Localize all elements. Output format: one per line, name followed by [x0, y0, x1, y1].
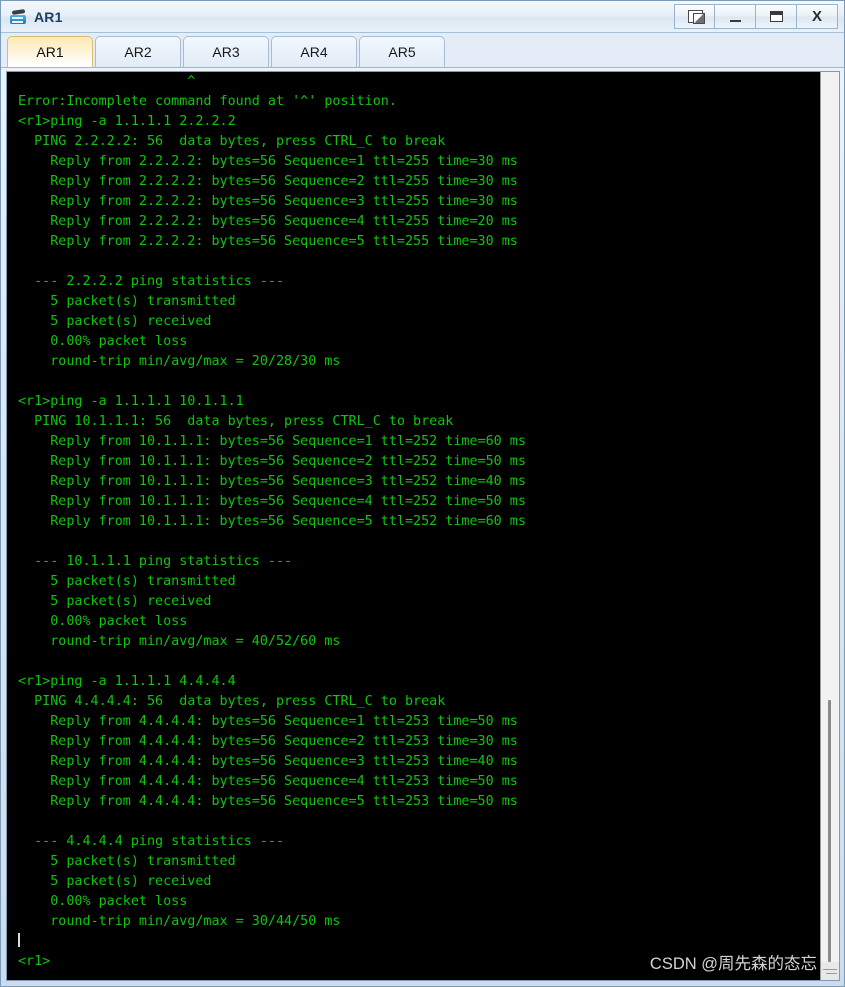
terminal-line: PING 2.2.2.2: 56 data bytes, press CTRL_…	[18, 134, 446, 149]
window-controls: X	[674, 4, 838, 29]
text-cursor	[18, 933, 20, 947]
terminal-line: round-trip min/avg/max = 40/52/60 ms	[18, 634, 341, 649]
terminal-line: Reply from 4.4.4.4: bytes=56 Sequence=5 …	[18, 794, 518, 809]
terminal-line: Reply from 2.2.2.2: bytes=56 Sequence=3 …	[18, 194, 518, 209]
device-tab-bar: AR1 AR2 AR3 AR4 AR5	[1, 33, 844, 68]
title-bar: AR1 X	[1, 1, 844, 33]
close-icon: X	[811, 8, 822, 25]
terminal-window: AR1 X AR1 AR2 AR3 AR4 AR5 ^ Error:Incomp…	[0, 0, 845, 987]
maximize-icon	[769, 11, 783, 22]
terminal-line: 0.00% packet loss	[18, 614, 188, 629]
terminal-line: --- 4.4.4.4 ping statistics ---	[18, 834, 285, 849]
tab-ar3[interactable]: AR3	[183, 36, 269, 67]
tab-label: AR4	[300, 44, 328, 60]
terminal-line: 0.00% packet loss	[18, 894, 188, 909]
terminal-line: PING 10.1.1.1: 56 data bytes, press CTRL…	[18, 414, 454, 429]
restore-windows-button[interactable]	[674, 4, 715, 29]
terminal-line: Error:Incomplete command found at '^' po…	[18, 94, 397, 109]
terminal-panel: ^ Error:Incomplete command found at '^' p…	[6, 71, 840, 981]
terminal-line: 0.00% packet loss	[18, 334, 188, 349]
terminal-console[interactable]: ^ Error:Incomplete command found at '^' p…	[7, 72, 820, 980]
tab-label: AR1	[36, 44, 64, 60]
terminal-line: Reply from 10.1.1.1: bytes=56 Sequence=4…	[18, 494, 526, 509]
terminal-output: ^ Error:Incomplete command found at '^' p…	[18, 72, 820, 972]
terminal-line: <r1>	[18, 954, 51, 969]
terminal-line: Reply from 2.2.2.2: bytes=56 Sequence=5 …	[18, 234, 518, 249]
tab-label: AR5	[388, 44, 416, 60]
terminal-line: Reply from 4.4.4.4: bytes=56 Sequence=4 …	[18, 774, 518, 789]
terminal-line: 5 packet(s) transmitted	[18, 294, 236, 309]
tab-label: AR2	[124, 44, 152, 60]
terminal-line: Reply from 10.1.1.1: bytes=56 Sequence=3…	[18, 474, 526, 489]
terminal-line: Reply from 2.2.2.2: bytes=56 Sequence=2 …	[18, 174, 518, 189]
scrollbar-thumb[interactable]	[828, 700, 831, 962]
resize-grip[interactable]	[821, 962, 839, 980]
terminal-line: Reply from 10.1.1.1: bytes=56 Sequence=5…	[18, 514, 526, 529]
terminal-line: <r1>ping -a 1.1.1.1 2.2.2.2	[18, 114, 236, 129]
terminal-line: Reply from 2.2.2.2: bytes=56 Sequence=1 …	[18, 154, 518, 169]
tab-ar2[interactable]: AR2	[95, 36, 181, 67]
terminal-line: ^	[18, 74, 196, 89]
terminal-line: 5 packet(s) transmitted	[18, 854, 236, 869]
terminal-line: <r1>ping -a 1.1.1.1 10.1.1.1	[18, 394, 244, 409]
terminal-line: round-trip min/avg/max = 30/44/50 ms	[18, 914, 341, 929]
router-icon	[9, 7, 28, 26]
terminal-line: Reply from 10.1.1.1: bytes=56 Sequence=1…	[18, 434, 526, 449]
maximize-button[interactable]	[756, 4, 797, 29]
minimize-icon	[729, 19, 741, 22]
tab-label: AR3	[212, 44, 240, 60]
terminal-line: Reply from 2.2.2.2: bytes=56 Sequence=4 …	[18, 214, 518, 229]
terminal-line: 5 packet(s) received	[18, 594, 212, 609]
tab-ar5[interactable]: AR5	[359, 36, 445, 67]
terminal-line: round-trip min/avg/max = 20/28/30 ms	[18, 354, 341, 369]
terminal-line: Reply from 4.4.4.4: bytes=56 Sequence=3 …	[18, 754, 518, 769]
close-button[interactable]: X	[797, 4, 838, 29]
tab-ar4[interactable]: AR4	[271, 36, 357, 67]
minimize-button[interactable]	[715, 4, 756, 29]
terminal-line: 5 packet(s) received	[18, 874, 212, 889]
terminal-line: PING 4.4.4.4: 56 data bytes, press CTRL_…	[18, 694, 446, 709]
terminal-line: --- 2.2.2.2 ping statistics ---	[18, 274, 285, 289]
terminal-line: Reply from 4.4.4.4: bytes=56 Sequence=2 …	[18, 734, 518, 749]
terminal-line: 5 packet(s) received	[18, 314, 212, 329]
terminal-line: <r1>ping -a 1.1.1.1 4.4.4.4	[18, 674, 236, 689]
terminal-line: Reply from 4.4.4.4: bytes=56 Sequence=1 …	[18, 714, 518, 729]
tab-ar1[interactable]: AR1	[7, 36, 93, 67]
terminal-line: --- 10.1.1.1 ping statistics ---	[18, 554, 293, 569]
terminal-scrollbar[interactable]	[820, 72, 839, 980]
terminal-line: 5 packet(s) transmitted	[18, 574, 236, 589]
terminal-line: Reply from 10.1.1.1: bytes=56 Sequence=2…	[18, 454, 526, 469]
window-title: AR1	[34, 8, 63, 25]
terminal-line	[18, 932, 820, 952]
title-bar-left: AR1	[1, 7, 63, 26]
